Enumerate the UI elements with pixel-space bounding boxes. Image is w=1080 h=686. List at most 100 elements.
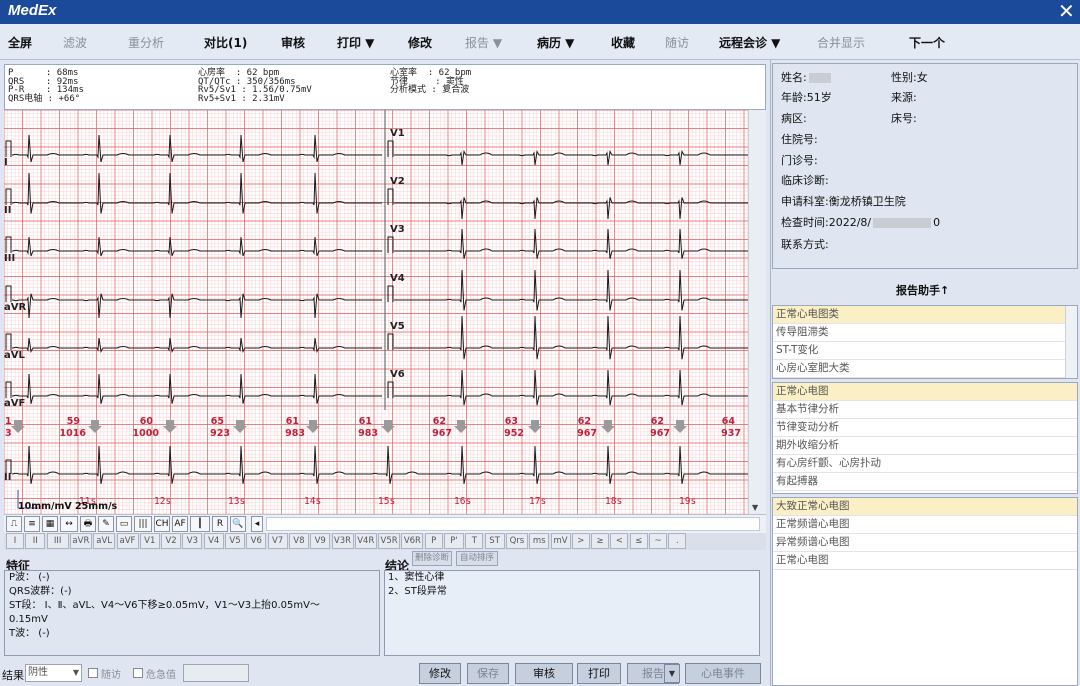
features-box[interactable]: P波： (-) QRS波群：(-) ST段： Ⅰ、Ⅱ、aVL、V4～V6下移≥0.0… [4, 570, 380, 656]
toolbar-button[interactable]: 打印 ▼ [337, 34, 374, 51]
lead-button[interactable]: V3R [331, 533, 354, 549]
lead-button[interactable]: V2 [161, 533, 182, 549]
toolbar-button[interactable]: 远程会诊 ▼ [719, 34, 780, 51]
conclusion-line[interactable]: 2、ST段异常 [388, 585, 756, 599]
result-select[interactable]: 阴性 ▼ [25, 664, 82, 682]
toolbar-button[interactable]: 审核 [281, 34, 305, 51]
tool-button[interactable]: AF [172, 516, 188, 532]
toolbar-button[interactable]: 病历 ▼ [537, 34, 574, 51]
toolbar-button[interactable]: 合并显示 [817, 34, 865, 51]
lead-button[interactable]: V3 [182, 533, 203, 549]
lead-button[interactable]: V1 [139, 533, 160, 549]
lead-button[interactable]: P' [444, 533, 464, 549]
lead-button[interactable]: aVL [93, 533, 116, 549]
list-item[interactable]: 基本节律分析 [773, 401, 1077, 419]
list-item[interactable]: 节律变动分析 [773, 419, 1077, 437]
tool-button[interactable]: ▭ [116, 516, 132, 532]
tool-button[interactable]: ◂ [251, 516, 263, 532]
lead-button[interactable]: V5 [225, 533, 245, 549]
tool-button[interactable]: ✎ [98, 516, 114, 532]
scroll-down-icon[interactable]: ▼ [752, 503, 758, 512]
tool-button[interactable]: R [212, 516, 228, 532]
list-item[interactable]: 有心房纤颤、心房扑动 [773, 455, 1077, 473]
list-item[interactable]: 正常心电图类 [773, 306, 1077, 324]
lead-button[interactable]: mV [550, 533, 571, 549]
auto-sort-button[interactable]: 自动排序 [456, 551, 498, 566]
redacted-time [873, 218, 932, 228]
tool-button[interactable]: CH [154, 516, 170, 532]
list-item[interactable]: 异常频谱心电图 [773, 534, 1077, 552]
toolbar-button[interactable]: 修改 [408, 34, 432, 51]
lead-button[interactable]: aVF [116, 533, 139, 549]
beat-marker-icon [306, 420, 320, 433]
tool-button[interactable]: 🖶 [80, 516, 96, 532]
lead-button[interactable]: ms [529, 533, 550, 549]
list-item[interactable]: 传导阻滞类 [773, 324, 1077, 342]
toolbar-button[interactable]: 收藏 [611, 34, 635, 51]
lead-button[interactable]: ≥ [591, 533, 610, 549]
list-item[interactable]: 正常心电图 [773, 552, 1077, 570]
close-icon[interactable]: ✕ [1058, 0, 1075, 23]
list-item[interactable]: 大致正常心电图 [773, 498, 1077, 516]
lead-button[interactable]: III [46, 533, 69, 549]
lead-button[interactable]: V5R [378, 533, 401, 549]
lead-button[interactable]: V9 [310, 533, 331, 549]
toolbar-button[interactable]: 报告 ▼ [465, 34, 502, 51]
ecg-event-button[interactable]: 心电事件 [685, 663, 761, 684]
lead-button[interactable]: V6R [401, 533, 424, 549]
tool-button[interactable]: ↔ [60, 516, 78, 532]
list-item[interactable]: 期外收缩分析 [773, 437, 1077, 455]
delete-diagnosis-button[interactable]: 删除诊断 [412, 551, 452, 566]
lead-button[interactable]: aVR [69, 533, 92, 549]
list-item[interactable]: 心房心室肥大类 [773, 360, 1077, 378]
toolbar-button[interactable]: 下一个 [909, 34, 945, 51]
toolbar-button[interactable]: 滤波 [63, 34, 87, 51]
list-item[interactable]: 有起搏器 [773, 473, 1077, 491]
list-item[interactable]: ST-T变化 [773, 342, 1077, 360]
list-item[interactable]: 正常频谱心电图 [773, 516, 1077, 534]
edit-button[interactable]: 修改 [419, 663, 461, 684]
lead-button[interactable]: ST [484, 533, 505, 549]
report-helper-title[interactable]: 报告助手↑ [896, 282, 949, 298]
save-button[interactable]: 保存 [467, 663, 509, 684]
lead-button[interactable]: ~ [649, 533, 667, 549]
tool-button[interactable]: ≡ [24, 516, 40, 532]
lead-button[interactable]: V8 [288, 533, 309, 549]
toolbar-button[interactable]: 全屏 [8, 34, 32, 51]
conclusion-line[interactable]: 1、窦性心律 [388, 571, 756, 585]
report-dropdown-icon[interactable]: ▼ [664, 664, 680, 683]
lead-button[interactable]: > [571, 533, 590, 549]
tool-button[interactable]: ||| [134, 516, 152, 532]
lead-button[interactable]: P [424, 533, 443, 549]
tool-button[interactable]: ┃ [190, 516, 210, 532]
tool-button[interactable]: ⎍ [6, 516, 22, 532]
followup-checkbox[interactable] [88, 668, 98, 678]
lead-button[interactable]: < [610, 533, 629, 549]
print-button[interactable]: 打印 [577, 663, 621, 684]
lead-button[interactable]: V6 [246, 533, 267, 549]
toolbar-button[interactable]: 对比(1) [204, 34, 247, 51]
conclusion-box[interactable]: 1、窦性心律 2、ST段异常 [384, 570, 760, 656]
lead-button[interactable]: . [668, 533, 687, 549]
list-item[interactable]: 正常心电图 [773, 383, 1077, 401]
toolbar-button[interactable]: 重分析 [128, 34, 164, 51]
ecg-scrollbar[interactable]: ▼ [748, 110, 766, 514]
review-button[interactable]: 审核 [515, 663, 573, 684]
lead-button[interactable]: V7 [267, 533, 288, 549]
lead-button[interactable]: V4R [354, 533, 377, 549]
rr-interval-label: 967 [432, 428, 452, 439]
toolbar-button[interactable]: 随访 [665, 34, 689, 51]
lead-button[interactable]: I [6, 533, 24, 549]
lead-button[interactable]: T [465, 533, 484, 549]
lead-button[interactable]: ≤ [629, 533, 648, 549]
critical-checkbox[interactable] [133, 668, 143, 678]
category-scrollbar[interactable] [1065, 306, 1077, 378]
tool-scroll-track[interactable] [266, 517, 760, 531]
lead-button[interactable]: II [25, 533, 46, 549]
critical-value-input[interactable] [183, 664, 249, 682]
ecg-chart[interactable]: I V1 II V2 III V3 aVR V4 aVL V5 aVF V6 1 3 59 1016 60 100… [4, 110, 748, 514]
lead-button[interactable]: Qrs [505, 533, 528, 549]
tool-button[interactable]: 🔍 [230, 516, 246, 532]
tool-button[interactable]: ▦ [42, 516, 58, 532]
lead-button[interactable]: V4 [203, 533, 224, 549]
